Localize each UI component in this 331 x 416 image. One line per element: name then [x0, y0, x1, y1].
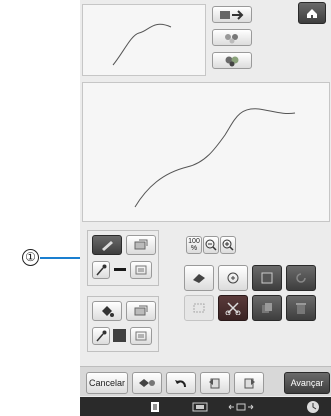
home-button[interactable] [298, 2, 326, 24]
region-color-swatch [113, 329, 126, 342]
eraser-button[interactable] [184, 265, 214, 291]
page-forward-button[interactable] [234, 372, 264, 394]
undo-button[interactable] [166, 372, 196, 394]
stitch-list-icon [135, 331, 147, 341]
line-color-picker-button[interactable] [92, 261, 110, 279]
eyedropper-icon [96, 264, 107, 276]
line-tool-button[interactable] [92, 235, 122, 255]
drawing-canvas[interactable] [82, 82, 330, 222]
line-color-swatch [114, 268, 126, 271]
stitch-width-icon [228, 403, 254, 411]
memory-button[interactable] [132, 372, 162, 394]
select-area-icon [193, 303, 205, 313]
select-region-button[interactable] [218, 265, 248, 291]
hoop-icon [192, 402, 208, 412]
rotate-icon [296, 273, 306, 283]
next-button[interactable]: Avançar [284, 372, 330, 394]
region-tool-panel [87, 296, 159, 352]
trash-icon [296, 303, 306, 314]
zoom-in-icon [222, 239, 234, 251]
region-tool-button[interactable] [92, 301, 122, 321]
eraser-icon [193, 274, 205, 283]
scissors-icon [225, 302, 241, 315]
brush-icon [227, 272, 239, 284]
thumbnail-line-drawing [112, 23, 172, 66]
delete-button[interactable] [286, 295, 316, 321]
image-line-button[interactable] [212, 6, 252, 23]
document-icon [151, 402, 159, 412]
page-forward-icon [244, 378, 255, 389]
clock-icon [307, 401, 319, 413]
image-edit-icon [225, 34, 238, 44]
status-bar [80, 397, 331, 416]
undo-icon [175, 380, 186, 388]
region-stitch-button[interactable] [130, 327, 152, 345]
zoom-100-button[interactable]: 100 % [186, 236, 202, 254]
zoom-unit: % [190, 245, 198, 252]
zoom-level: 100 [188, 238, 200, 245]
memory-icon [139, 379, 155, 387]
copy-button[interactable] [252, 295, 282, 321]
pen-icon [102, 241, 113, 251]
region-type-button[interactable] [126, 301, 156, 321]
cut-button[interactable] [218, 295, 248, 321]
page-back-icon [209, 378, 220, 389]
copy-icon [262, 303, 272, 313]
zoom-in-button[interactable] [220, 236, 236, 254]
redo-button[interactable] [200, 372, 230, 394]
stitch-list-icon [135, 265, 147, 275]
flip-icon [220, 9, 244, 20]
rotate-button[interactable] [286, 265, 316, 291]
callout-number: ① [22, 249, 39, 266]
stamp-icon [261, 272, 273, 284]
zoom-out-button[interactable] [203, 236, 219, 254]
region-color-picker-button[interactable] [92, 327, 110, 345]
image-clear-button[interactable] [212, 52, 252, 69]
home-icon [307, 8, 317, 18]
stamp-button[interactable] [252, 265, 282, 291]
line-tool-panel [87, 230, 159, 286]
line-type-button[interactable] [126, 235, 156, 255]
thumbnail-preview [82, 4, 206, 76]
cancel-button[interactable]: Cancelar [86, 372, 128, 394]
my-design-center-screen: 100 % [80, 0, 331, 416]
select-area-button[interactable] [184, 295, 214, 321]
eyedropper-icon [96, 330, 107, 342]
zoom-out-icon [205, 239, 217, 251]
image-clear-icon [225, 56, 239, 67]
line-stitch-button[interactable] [130, 261, 152, 279]
canvas-line-drawing [134, 108, 296, 208]
bottom-action-bar: Cancelar Avançar [80, 366, 331, 396]
line-type-icon [134, 239, 148, 250]
paint-bucket-icon [102, 305, 114, 317]
image-edit-button[interactable] [212, 29, 252, 46]
fill-type-icon [134, 305, 148, 316]
